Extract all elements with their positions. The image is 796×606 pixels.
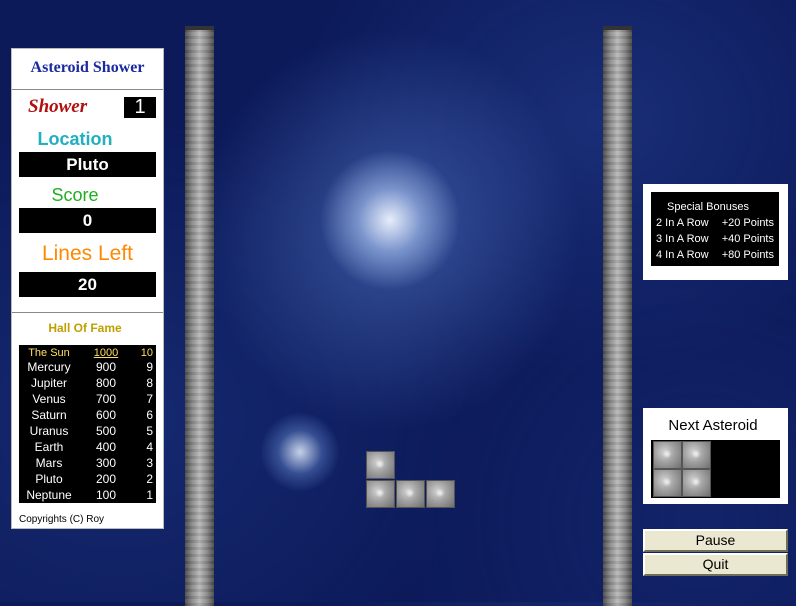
hof-rank: 10 (140, 347, 153, 359)
bonus-points: +80 Points (721, 249, 774, 261)
shower-value: 1 (124, 97, 156, 118)
hof-name: Jupiter (30, 376, 68, 390)
table-row: Mercury 900 9 (19, 359, 156, 375)
hof-score: 700 (95, 392, 117, 406)
hof-rank: 1 (146, 488, 153, 502)
hof-score: 600 (95, 408, 117, 422)
hof-name: Venus (32, 392, 66, 406)
asteroid-block (682, 469, 711, 497)
bonus-label: 4 In A Row (656, 249, 709, 261)
table-row: Uranus 500 5 (19, 423, 156, 439)
location-label: Location (37, 129, 113, 149)
table-row: Earth 400 4 (19, 439, 156, 455)
table-row: Neptune 100 1 (19, 487, 156, 503)
hof-score: 100 (95, 488, 117, 502)
special-bonuses-panel: Special Bonuses 2 In A Row +20 Points 3 … (643, 184, 788, 280)
hof-name: Earth (34, 440, 64, 454)
hof-score: 400 (95, 440, 117, 454)
lines-left-label: Lines Left (41, 242, 134, 265)
hall-of-fame-table: The Sun 1000 10 Mercury 900 9 Jupiter 80… (19, 345, 156, 503)
hof-rank: 5 (146, 424, 153, 438)
hof-name: Mercury (27, 360, 71, 374)
hof-score: 500 (95, 424, 117, 438)
location-value: Pluto (19, 152, 156, 177)
bonus-points: +40 Points (721, 233, 774, 245)
bonus-label: 2 In A Row (656, 217, 709, 229)
bonus-row: 3 In A Row +40 Points (656, 233, 774, 245)
asteroid-block (653, 441, 682, 469)
hof-score: 1000 (93, 347, 119, 359)
hof-rank: 8 (146, 376, 153, 390)
right-pillar (603, 26, 632, 606)
asteroid-block (682, 441, 711, 469)
table-row: Saturn 600 6 (19, 407, 156, 423)
asteroid-block (366, 480, 395, 508)
game-title: Asteroid Shower (30, 59, 145, 76)
table-row: Mars 300 3 (19, 455, 156, 471)
next-asteroid-preview (651, 440, 780, 498)
asteroid-block (366, 451, 395, 479)
table-row: Pluto 200 2 (19, 471, 156, 487)
pause-button[interactable]: Pause (643, 529, 788, 552)
score-label: Score (51, 185, 99, 205)
copyright-text: Copyrights (C) Roy (19, 514, 105, 525)
next-asteroid-panel: Next Asteroid (643, 408, 788, 504)
hof-rank: 6 (146, 408, 153, 422)
bonus-label: 3 In A Row (656, 233, 709, 245)
bonus-title: Special Bonuses (667, 201, 749, 213)
hof-score: 300 (95, 456, 117, 470)
asteroid-block (396, 480, 425, 508)
hof-name: Neptune (26, 488, 72, 502)
hof-score: 900 (95, 360, 117, 374)
bonus-points: +20 Points (721, 217, 774, 229)
game-window: { "game": { "title": "Asteroid Shower", … (0, 0, 796, 606)
hof-name: The Sun (28, 347, 70, 359)
hof-name: Pluto (35, 472, 63, 486)
bonus-list: Special Bonuses 2 In A Row +20 Points 3 … (651, 192, 779, 266)
bonus-row: 2 In A Row +20 Points (656, 217, 774, 229)
next-asteroid-title: Next Asteroid (668, 417, 758, 434)
hall-of-fame-title: Hall Of Fame (48, 321, 122, 335)
hof-name: Mars (35, 456, 63, 470)
asteroid-block (653, 469, 682, 497)
table-row: Jupiter 800 8 (19, 375, 156, 391)
lines-left-value: 20 (19, 272, 156, 297)
divider (12, 89, 163, 90)
left-pillar (185, 26, 214, 606)
quit-button[interactable]: Quit (643, 553, 788, 576)
hof-score: 200 (95, 472, 117, 486)
divider (12, 312, 163, 313)
hof-rank: 2 (146, 472, 153, 486)
info-panel: Asteroid Shower Shower 1 Location Pluto … (11, 48, 164, 529)
shower-label: Shower (28, 96, 88, 117)
table-row: Venus 700 7 (19, 391, 156, 407)
hof-name: Uranus (29, 424, 69, 438)
hof-score: 800 (95, 376, 117, 390)
table-row: The Sun 1000 10 (19, 345, 156, 359)
bonus-row: 4 In A Row +80 Points (656, 249, 774, 261)
score-value: 0 (19, 208, 156, 233)
hof-rank: 7 (146, 392, 153, 406)
asteroid-block (426, 480, 455, 508)
hof-rank: 9 (146, 360, 153, 374)
hof-name: Saturn (31, 408, 67, 422)
hof-rank: 3 (146, 456, 153, 470)
hof-rank: 4 (146, 440, 153, 454)
